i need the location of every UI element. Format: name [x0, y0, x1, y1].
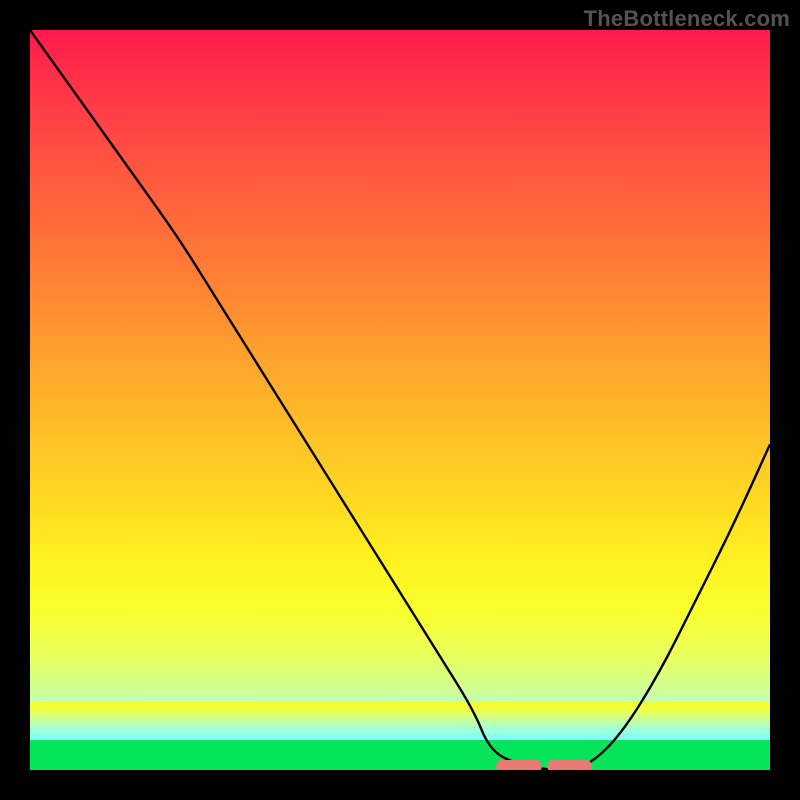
optimal-segment-right — [547, 760, 593, 770]
watermark-text: TheBottleneck.com — [584, 6, 790, 32]
plot-area — [30, 30, 770, 770]
optimal-segment-left — [496, 760, 542, 770]
bottleneck-curve — [30, 30, 770, 770]
chart-frame: TheBottleneck.com — [0, 0, 800, 800]
